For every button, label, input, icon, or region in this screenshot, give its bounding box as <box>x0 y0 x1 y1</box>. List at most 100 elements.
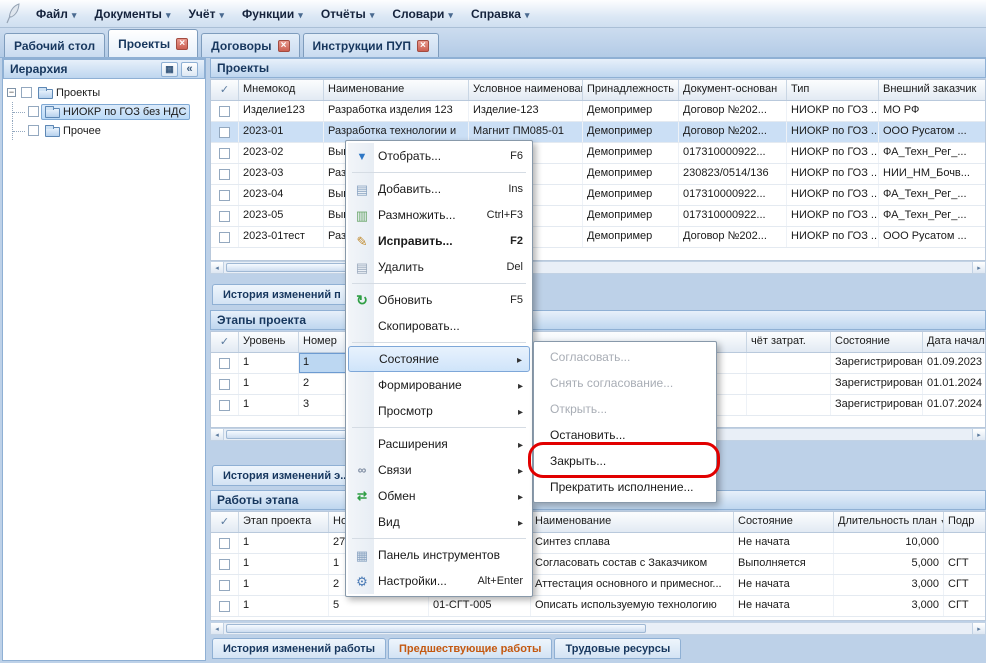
cell[interactable]: МО РФ <box>879 101 986 121</box>
column-header[interactable]: Условное наименован <box>469 80 583 100</box>
cell[interactable] <box>211 164 239 184</box>
cell[interactable]: Изделие-123 <box>469 101 583 121</box>
menu-item-filter[interactable]: Отобрать...F6 <box>348 143 530 169</box>
column-header[interactable]: Мнемокод <box>239 80 324 100</box>
cell[interactable]: 01.09.2023 <box>923 353 986 373</box>
row-checkbox[interactable] <box>219 580 230 591</box>
tree-checkbox[interactable] <box>21 87 32 98</box>
scroll-left-icon[interactable] <box>211 429 224 440</box>
cell[interactable] <box>211 185 239 205</box>
cell[interactable] <box>211 122 239 142</box>
menu-item-view[interactable]: Вид <box>348 509 530 535</box>
cell[interactable] <box>211 575 239 595</box>
cell[interactable]: 5,000 <box>834 554 944 574</box>
cell[interactable]: Синтез сплава <box>531 533 734 553</box>
h-scrollbar[interactable] <box>210 261 986 274</box>
column-header[interactable]: Принадлежность <box>583 80 679 100</box>
row-checkbox[interactable] <box>219 601 230 612</box>
table-row[interactable]: 127Синтез сплаваНе начата10,000 <box>211 533 985 554</box>
row-checkbox[interactable] <box>219 148 230 159</box>
cell[interactable] <box>211 143 239 163</box>
column-header[interactable]: ✓ <box>211 332 239 352</box>
cell[interactable]: Зарегистрирован <box>831 374 923 394</box>
table-row[interactable]: 11Согласовать состав с ЗаказчикомВыполня… <box>211 554 985 575</box>
cell[interactable]: Договор №202... <box>679 122 787 142</box>
menu-item-formation[interactable]: Формирование <box>348 372 530 398</box>
cell[interactable] <box>211 596 239 616</box>
tab-close-icon[interactable] <box>176 38 188 50</box>
cell[interactable]: Не начата <box>734 596 834 616</box>
cell[interactable]: СГТ <box>944 596 986 616</box>
cell[interactable]: 1 <box>239 533 329 553</box>
cell[interactable]: 017310000922... <box>679 206 787 226</box>
menu-item-preview[interactable]: Просмотр <box>348 398 530 424</box>
cell[interactable]: ФА_Техн_Рег_... <box>879 143 986 163</box>
cell[interactable]: НИОКР по ГОЗ ... <box>787 185 879 205</box>
menu-item-duplicate[interactable]: Размножить...Ctrl+F3 <box>348 202 530 228</box>
tab-projects[interactable]: Проекты <box>108 29 198 57</box>
tab-history-stage[interactable]: История изменений э... <box>212 465 360 486</box>
cell[interactable]: ООО Русатом ... <box>879 122 986 142</box>
tab-close-icon[interactable] <box>417 40 429 52</box>
scroll-right-icon[interactable] <box>972 429 985 440</box>
cell[interactable]: Демопример <box>583 227 679 247</box>
column-header[interactable]: Тип <box>787 80 879 100</box>
menu-functions[interactable]: Функции <box>234 3 311 25</box>
table-row[interactable]: 2023-01тестРазрый маг...ДемопримерДогово… <box>211 227 985 248</box>
column-header[interactable]: Наименование <box>324 80 469 100</box>
cell[interactable]: Договор №202... <box>679 101 787 121</box>
cell[interactable]: 5 <box>329 596 429 616</box>
column-header[interactable]: Этап проекта <box>239 512 329 532</box>
tree-item-projects[interactable]: Проекты <box>5 83 203 102</box>
cell[interactable]: Не начата <box>734 533 834 553</box>
cell[interactable]: Не начата <box>734 575 834 595</box>
cell[interactable]: Договор №202... <box>679 227 787 247</box>
cell[interactable]: 1 <box>239 554 329 574</box>
cell[interactable]: 1 <box>239 353 299 373</box>
cell[interactable]: 01.07.2024 <box>923 395 986 415</box>
menu-documents[interactable]: Документы <box>86 3 178 25</box>
cell[interactable] <box>211 374 239 394</box>
cell[interactable] <box>747 374 831 394</box>
cell[interactable]: 2023-03 <box>239 164 324 184</box>
cell[interactable]: Согласовать состав с Заказчиком <box>531 554 734 574</box>
tab-preceding-works[interactable]: Предшествующие работы <box>388 638 552 659</box>
menu-accounting[interactable]: Учёт <box>180 3 232 25</box>
column-header[interactable]: Состояние <box>734 512 834 532</box>
cell[interactable]: Демопример <box>583 185 679 205</box>
grid-icon[interactable] <box>161 62 178 77</box>
menu-item-state[interactable]: Состояние <box>348 346 530 372</box>
menu-item-stop[interactable]: Остановить... <box>536 422 714 448</box>
cell[interactable] <box>211 206 239 226</box>
column-header[interactable]: Дата начала план <box>923 332 986 352</box>
column-header[interactable]: Документ-основан <box>679 80 787 100</box>
tree-checkbox[interactable] <box>28 106 39 117</box>
h-scrollbar[interactable] <box>210 622 986 635</box>
row-checkbox[interactable] <box>219 400 230 411</box>
cell[interactable]: Магнит ПМ085-01 <box>469 122 583 142</box>
menu-file[interactable]: Файл <box>28 3 84 25</box>
cell[interactable]: СГТ <box>944 575 986 595</box>
row-checkbox[interactable] <box>219 559 230 570</box>
tab-close-icon[interactable] <box>278 40 290 52</box>
table-row[interactable]: 2023-04ВыпДемопример017310000922...НИОКР… <box>211 185 985 206</box>
column-header[interactable]: Наименование <box>531 512 734 532</box>
row-checkbox[interactable] <box>219 169 230 180</box>
cell[interactable]: Демопример <box>583 206 679 226</box>
menu-item-copy[interactable]: Скопировать... <box>348 313 530 339</box>
row-checkbox[interactable] <box>219 232 230 243</box>
cell[interactable]: НИОКР по ГОЗ ... <box>787 143 879 163</box>
cell[interactable]: Разработка технологии и <box>324 122 469 142</box>
cell[interactable]: НИОКР по ГОЗ ... <box>787 227 879 247</box>
menu-item-add[interactable]: Добавить...Ins <box>348 176 530 202</box>
cell[interactable]: 2023-04 <box>239 185 324 205</box>
collapse-expander-icon[interactable] <box>7 88 16 97</box>
cell[interactable]: Зарегистрирован <box>831 395 923 415</box>
tab-instructions-pup[interactable]: Инструкции ПУП <box>303 33 439 57</box>
tree-item-other[interactable]: Прочее <box>5 121 203 140</box>
cell[interactable] <box>747 353 831 373</box>
cell[interactable]: 2023-01 <box>239 122 324 142</box>
menu-dictionaries[interactable]: Словари <box>384 3 461 25</box>
row-checkbox[interactable] <box>219 538 230 549</box>
tab-desktop[interactable]: Рабочий стол <box>4 33 105 57</box>
